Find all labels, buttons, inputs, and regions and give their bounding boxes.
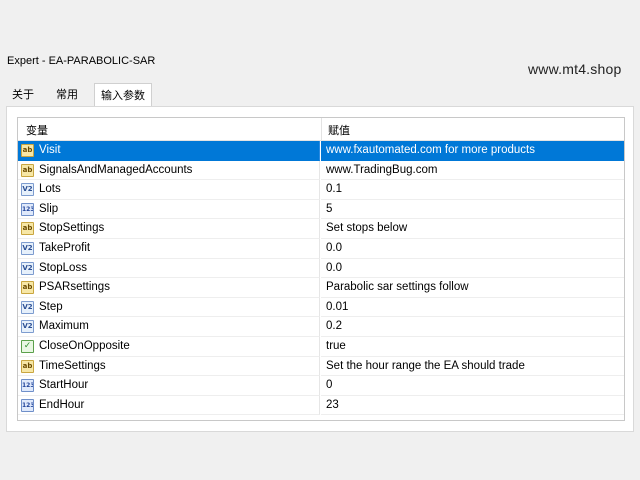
header-variable[interactable]: 变量 bbox=[26, 122, 48, 138]
variable-cell[interactable]: V2 Maximum bbox=[18, 317, 320, 337]
tab-inputs[interactable]: 输入参数 bbox=[94, 83, 152, 107]
table-row[interactable]: V2 StopLoss 0.0 bbox=[18, 258, 624, 279]
double-icon: V2 bbox=[21, 241, 34, 255]
table-row[interactable]: ab Visit www.fxautomated.com for more prod… bbox=[18, 141, 624, 161]
variable-cell[interactable]: ab Visit bbox=[18, 141, 320, 161]
variable-value: 0.01 bbox=[326, 300, 349, 313]
tab-about[interactable]: 关于 bbox=[6, 85, 40, 106]
string-icon: ab bbox=[21, 359, 34, 373]
variable-value: 0 bbox=[326, 379, 333, 392]
variable-cell[interactable]: ab SignalsAndManagedAccounts bbox=[18, 160, 320, 181]
value-cell[interactable]: 0.0 bbox=[321, 239, 624, 259]
inputs-panel: 变量 赋值 ab Visit www.fxautomated.com for mor… bbox=[6, 106, 634, 432]
header-value[interactable]: 赋值 bbox=[328, 122, 350, 138]
table-row[interactable]: V2 Step 0.01 bbox=[18, 297, 624, 318]
watermark: www.mt4.shop bbox=[528, 61, 622, 77]
value-cell[interactable]: www.TradingBug.com bbox=[321, 161, 624, 181]
variable-name: Visit bbox=[39, 144, 61, 156]
string-icon: ab bbox=[21, 163, 34, 177]
variable-cell[interactable]: 123 StartHour bbox=[18, 376, 320, 396]
list-header: 变量 赋值 bbox=[18, 118, 624, 141]
table-row[interactable]: 123 Slip 5 bbox=[18, 199, 624, 220]
table-row[interactable]: V2 Lots 0.1 bbox=[18, 180, 624, 200]
variable-cell[interactable]: 123 EndHour bbox=[18, 395, 320, 416]
variable-value: true bbox=[326, 339, 346, 352]
variable-value: 0.1 bbox=[326, 183, 342, 196]
value-cell[interactable]: 0.2 bbox=[321, 317, 624, 337]
variable-name: TakeProfit bbox=[39, 241, 91, 254]
table-row[interactable]: ab TimeSettings Set the hour range the EA … bbox=[18, 356, 624, 377]
variable-cell[interactable]: ab PSARsettings bbox=[18, 278, 320, 298]
variable-value: www.TradingBug.com bbox=[326, 163, 438, 176]
value-cell[interactable]: Set stops below bbox=[321, 219, 624, 239]
value-cell[interactable]: Parabolic sar settings follow bbox=[321, 278, 624, 298]
table-row[interactable]: V2 TakeProfit 0.0 bbox=[18, 238, 624, 259]
value-cell[interactable]: 0.01 bbox=[321, 298, 624, 318]
table-row[interactable]: ✓ CloseOnOpposite true bbox=[18, 336, 624, 357]
variable-value: 0.2 bbox=[326, 320, 342, 333]
value-cell[interactable]: 0.0 bbox=[321, 259, 624, 279]
integer-icon: 123 bbox=[21, 398, 34, 412]
header-divider[interactable] bbox=[321, 118, 322, 140]
variable-name: SignalsAndManagedAccounts bbox=[39, 163, 193, 176]
variable-name: StopLoss bbox=[39, 261, 87, 274]
variable-value: 0.0 bbox=[326, 261, 342, 274]
value-cell[interactable]: www.fxautomated.com for more products bbox=[321, 141, 624, 161]
string-icon: ab bbox=[21, 144, 34, 157]
variable-value: 0.0 bbox=[326, 241, 342, 254]
double-icon: V2 bbox=[21, 183, 34, 197]
variable-name: StopSettings bbox=[39, 222, 105, 235]
variable-name: Step bbox=[39, 300, 63, 313]
parameter-rows: ab Visit www.fxautomated.com for more prod… bbox=[18, 141, 624, 416]
variable-name: StartHour bbox=[39, 379, 89, 392]
integer-icon: 123 bbox=[21, 202, 34, 216]
variable-value: Parabolic sar settings follow bbox=[326, 281, 469, 294]
string-icon: ab bbox=[21, 222, 34, 236]
variable-name: EndHour bbox=[39, 398, 85, 411]
variable-name: Maximum bbox=[39, 320, 89, 333]
double-icon: V2 bbox=[21, 261, 34, 275]
value-cell[interactable]: 0 bbox=[321, 376, 624, 396]
variable-value: 5 bbox=[326, 202, 333, 215]
table-row[interactable]: 123 StartHour 0 bbox=[18, 376, 624, 396]
variable-name: Lots bbox=[39, 183, 61, 196]
value-cell[interactable]: Set the hour range the EA should trade bbox=[321, 357, 624, 377]
double-icon: V2 bbox=[21, 320, 34, 334]
variable-value: 23 bbox=[326, 398, 339, 411]
variable-cell[interactable]: ab StopSettings bbox=[18, 219, 320, 239]
variable-value: Set stops below bbox=[326, 222, 408, 235]
tab-bar: 关于 常用 输入参数 bbox=[6, 83, 634, 107]
table-row[interactable]: ab SignalsAndManagedAccounts www.TradingBu… bbox=[18, 160, 624, 181]
value-cell[interactable]: 0.1 bbox=[321, 180, 624, 200]
value-cell[interactable]: 5 bbox=[321, 200, 624, 220]
integer-icon: 123 bbox=[21, 379, 34, 393]
double-icon: V2 bbox=[21, 300, 34, 314]
variable-name: Slip bbox=[39, 202, 59, 215]
value-cell[interactable]: true bbox=[321, 337, 624, 357]
variable-value: www.fxautomated.com for more products bbox=[326, 144, 535, 156]
variable-name: TimeSettings bbox=[39, 359, 106, 372]
variable-cell[interactable]: V2 Step bbox=[18, 297, 320, 318]
window-title: Expert - EA-PARABOLIC-SAR bbox=[7, 55, 156, 67]
variable-cell[interactable]: V2 Lots bbox=[18, 180, 320, 200]
table-row[interactable]: ab StopSettings Set stops below bbox=[18, 219, 624, 239]
variable-cell[interactable]: 123 Slip bbox=[18, 199, 320, 220]
table-row[interactable]: 123 EndHour 23 bbox=[18, 395, 624, 416]
table-row[interactable]: V2 Maximum 0.2 bbox=[18, 317, 624, 337]
variable-name: PSARsettings bbox=[39, 281, 110, 294]
variable-name: CloseOnOpposite bbox=[39, 339, 130, 352]
table-row[interactable]: ab PSARsettings Parabolic sar settings fol… bbox=[18, 278, 624, 298]
tab-common[interactable]: 常用 bbox=[50, 85, 84, 106]
variable-cell[interactable]: V2 StopLoss bbox=[18, 258, 320, 279]
variable-cell[interactable]: V2 TakeProfit bbox=[18, 238, 320, 259]
variable-cell[interactable]: ab TimeSettings bbox=[18, 356, 320, 377]
variable-cell[interactable]: ✓ CloseOnOpposite bbox=[18, 336, 320, 357]
variable-value: Set the hour range the EA should trade bbox=[326, 359, 525, 372]
bool-icon: ✓ bbox=[21, 339, 34, 353]
value-cell[interactable]: 23 bbox=[321, 396, 624, 416]
parameters-list[interactable]: 变量 赋值 ab Visit www.fxautomated.com for mor… bbox=[17, 117, 625, 421]
string-icon: ab bbox=[21, 281, 34, 295]
